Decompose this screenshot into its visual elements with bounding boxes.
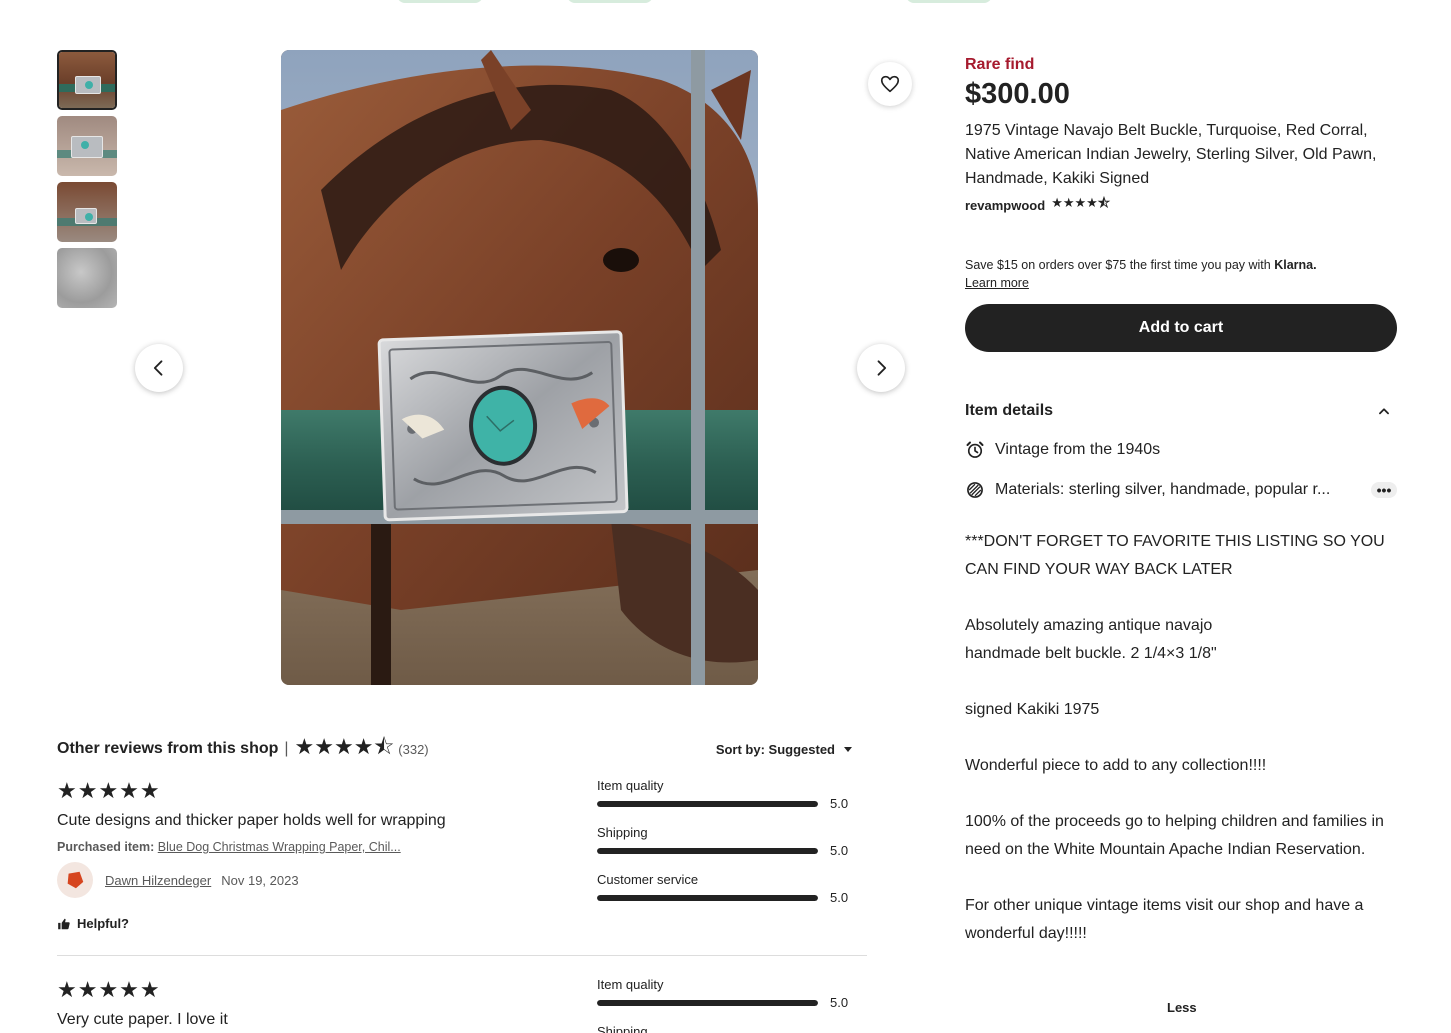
show-less-button[interactable]: Less bbox=[1167, 1000, 1197, 1015]
reviews-header: Other reviews from this shop | ★★★★⯪ (33… bbox=[57, 730, 867, 768]
alarm-clock-icon bbox=[965, 440, 985, 460]
learn-more-link[interactable]: Learn more bbox=[965, 276, 1029, 290]
shop-info: revampwood ★★★★⯪ bbox=[965, 194, 1397, 216]
review-item: ★★★★★ Very cute paper. I love it Item qu… bbox=[57, 977, 867, 1033]
shop-reviews-stars: ★★★★⯪ bbox=[294, 734, 395, 759]
rating-item-quality: Item quality 5.0 bbox=[597, 977, 867, 1010]
thumbnail-3[interactable] bbox=[57, 182, 117, 242]
rating-label: Item quality bbox=[597, 977, 664, 992]
rating-bar bbox=[597, 894, 818, 901]
klarna-promo: Save $15 on orders over $75 the first ti… bbox=[965, 256, 1397, 292]
thumbnail-1[interactable] bbox=[57, 50, 117, 110]
top-nav-pill[interactable] bbox=[397, 0, 483, 3]
rating-value: 5.0 bbox=[830, 843, 849, 858]
item-details-heading: Item details bbox=[965, 402, 1054, 419]
next-image-button[interactable] bbox=[857, 344, 905, 392]
description-paragraph: Absolutely amazing antique navajo handma… bbox=[965, 617, 1217, 662]
thumbnail-4[interactable] bbox=[57, 248, 117, 308]
reviews-separator: | bbox=[284, 740, 289, 757]
chevron-left-icon bbox=[153, 360, 163, 376]
chevron-right-icon bbox=[877, 360, 887, 376]
vintage-detail: Vintage from the 1940s bbox=[965, 440, 1397, 460]
klarna-text: Save $15 on orders over $75 the first ti… bbox=[965, 258, 1275, 272]
listing-title: 1975 Vintage Navajo Belt Buckle, Turquoi… bbox=[965, 122, 1377, 187]
top-nav-pill[interactable] bbox=[906, 0, 992, 3]
listing-info-panel: Rare find $300.00 1975 Vintage Navajo Be… bbox=[965, 50, 1397, 976]
rating-value: 5.0 bbox=[830, 796, 849, 811]
item-description: ***DON'T FORGET TO FAVORITE THIS LISTING… bbox=[965, 528, 1397, 948]
author-name-link[interactable]: Dawn Hilzendeger bbox=[105, 873, 211, 888]
sort-label: Sort by: Suggested bbox=[715, 741, 835, 757]
sort-dropdown[interactable]: Sort by: Suggested bbox=[716, 742, 867, 757]
rating-bar bbox=[597, 999, 818, 1006]
materials-text: Materials: sterling silver, handmade, po… bbox=[995, 481, 1331, 498]
rating-value: 5.0 bbox=[830, 995, 849, 1010]
review-ratings: Item quality 5.0 Shipping bbox=[597, 977, 867, 1033]
description-paragraph: signed Kakiki 1975 bbox=[965, 701, 1100, 718]
heart-icon bbox=[880, 75, 900, 93]
review-ratings: Item quality 5.0 Shipping 5.0 Customer s… bbox=[597, 778, 867, 919]
purchased-label: Purchased item: bbox=[57, 840, 155, 854]
review-divider bbox=[57, 955, 867, 956]
prev-image-button[interactable] bbox=[135, 344, 183, 392]
klarna-brand: Klarna. bbox=[1274, 258, 1317, 272]
reviews-count: (332) bbox=[398, 741, 429, 757]
rating-label: Customer service bbox=[597, 872, 699, 887]
rating-label: Shipping bbox=[597, 825, 648, 840]
add-to-cart-button[interactable]: Add to cart bbox=[965, 304, 1397, 352]
rating-bar bbox=[597, 800, 818, 807]
shop-name-link[interactable]: revampwood bbox=[965, 198, 1045, 213]
rating-value: 5.0 bbox=[830, 890, 849, 905]
avatar bbox=[57, 862, 93, 898]
purchased-item-link[interactable]: Blue Dog Christmas Wrapping Paper, Chil.… bbox=[158, 840, 401, 854]
top-nav-pill[interactable] bbox=[567, 0, 653, 3]
materials-icon bbox=[965, 480, 985, 500]
rating-bar bbox=[597, 847, 818, 854]
description-paragraph: ***DON'T FORGET TO FAVORITE THIS LISTING… bbox=[965, 533, 1385, 578]
rating-item-quality: Item quality 5.0 bbox=[597, 778, 867, 811]
rating-label: Shipping bbox=[597, 1024, 648, 1033]
thumbnail-2[interactable] bbox=[57, 116, 117, 176]
vintage-text: Vintage from the 1940s bbox=[995, 441, 1161, 458]
materials-detail: Materials: sterling silver, handmade, po… bbox=[965, 480, 1397, 500]
chevron-up-icon bbox=[1379, 408, 1389, 415]
show-more-materials-button[interactable]: ••• bbox=[1371, 482, 1397, 498]
description-paragraph: 100% of the proceeds go to helping child… bbox=[965, 813, 1384, 858]
description-paragraph: For other unique vintage items visit our… bbox=[965, 897, 1364, 942]
thumbnail-strip bbox=[57, 50, 117, 314]
shop-rating-stars: ★★★★⯪ bbox=[1051, 195, 1111, 210]
favorite-button[interactable] bbox=[868, 62, 912, 106]
helpful-label: Helpful? bbox=[77, 916, 129, 931]
reviews-heading: Other reviews from this shop bbox=[57, 740, 279, 757]
rare-find-badge: Rare find bbox=[965, 56, 1035, 73]
caret-down-icon bbox=[844, 747, 852, 752]
main-listing-image bbox=[281, 50, 758, 685]
rating-shipping: Shipping bbox=[597, 1024, 867, 1033]
review-date: Nov 19, 2023 bbox=[221, 872, 299, 888]
thumbs-up-icon bbox=[58, 918, 70, 929]
rating-label: Item quality bbox=[597, 778, 664, 793]
price: $300.00 bbox=[965, 78, 1070, 110]
review-item: ★★★★★ Cute designs and thicker paper hol… bbox=[57, 778, 867, 931]
rating-customer-service: Customer service 5.0 bbox=[597, 872, 867, 905]
description-paragraph: Wonderful piece to add to any collection… bbox=[965, 757, 1267, 774]
item-details-toggle[interactable]: Item details bbox=[965, 402, 1397, 420]
rating-shipping: Shipping 5.0 bbox=[597, 825, 867, 858]
